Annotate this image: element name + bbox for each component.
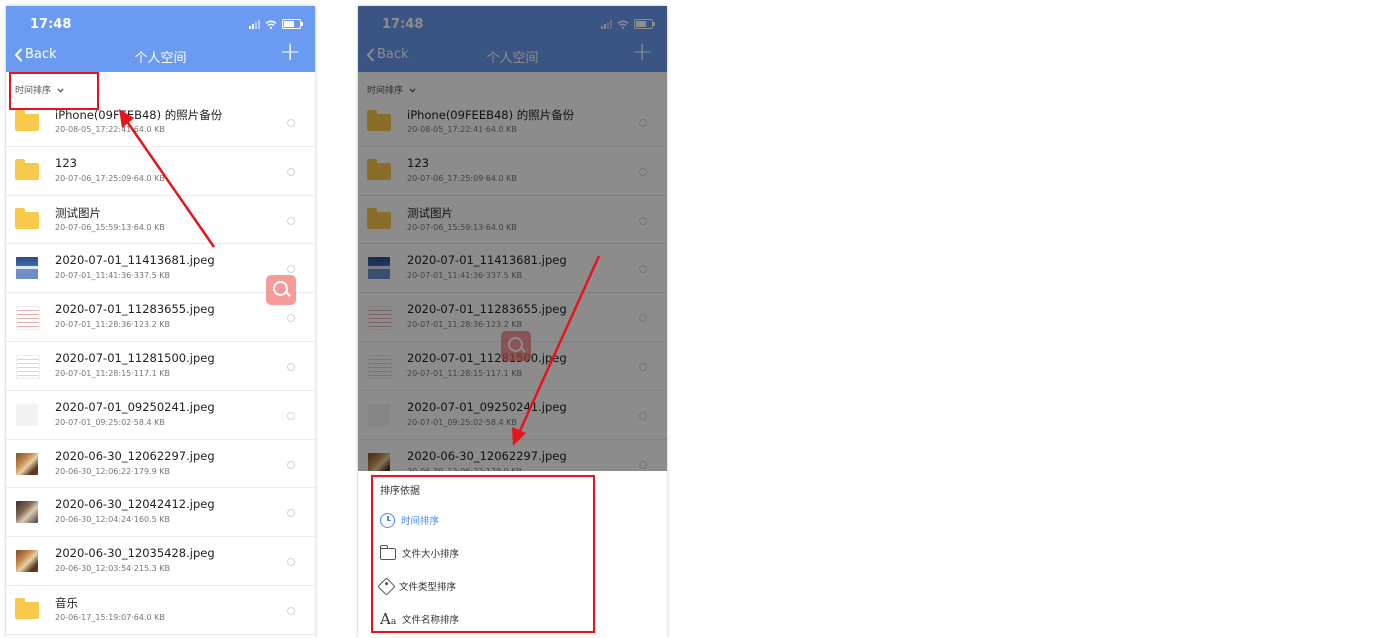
arrowhead: [512, 427, 526, 446]
annotation-arrows: [119, 109, 601, 446]
annotation-arrow: [124, 119, 216, 248]
arrowhead: [119, 109, 134, 128]
annotation-arrow: [517, 255, 601, 434]
